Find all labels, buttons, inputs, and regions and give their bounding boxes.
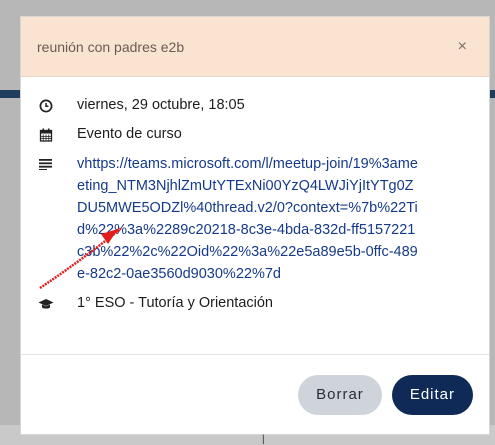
annotation-arrow-icon: [39, 227, 122, 290]
background-mark: |: [262, 434, 265, 445]
